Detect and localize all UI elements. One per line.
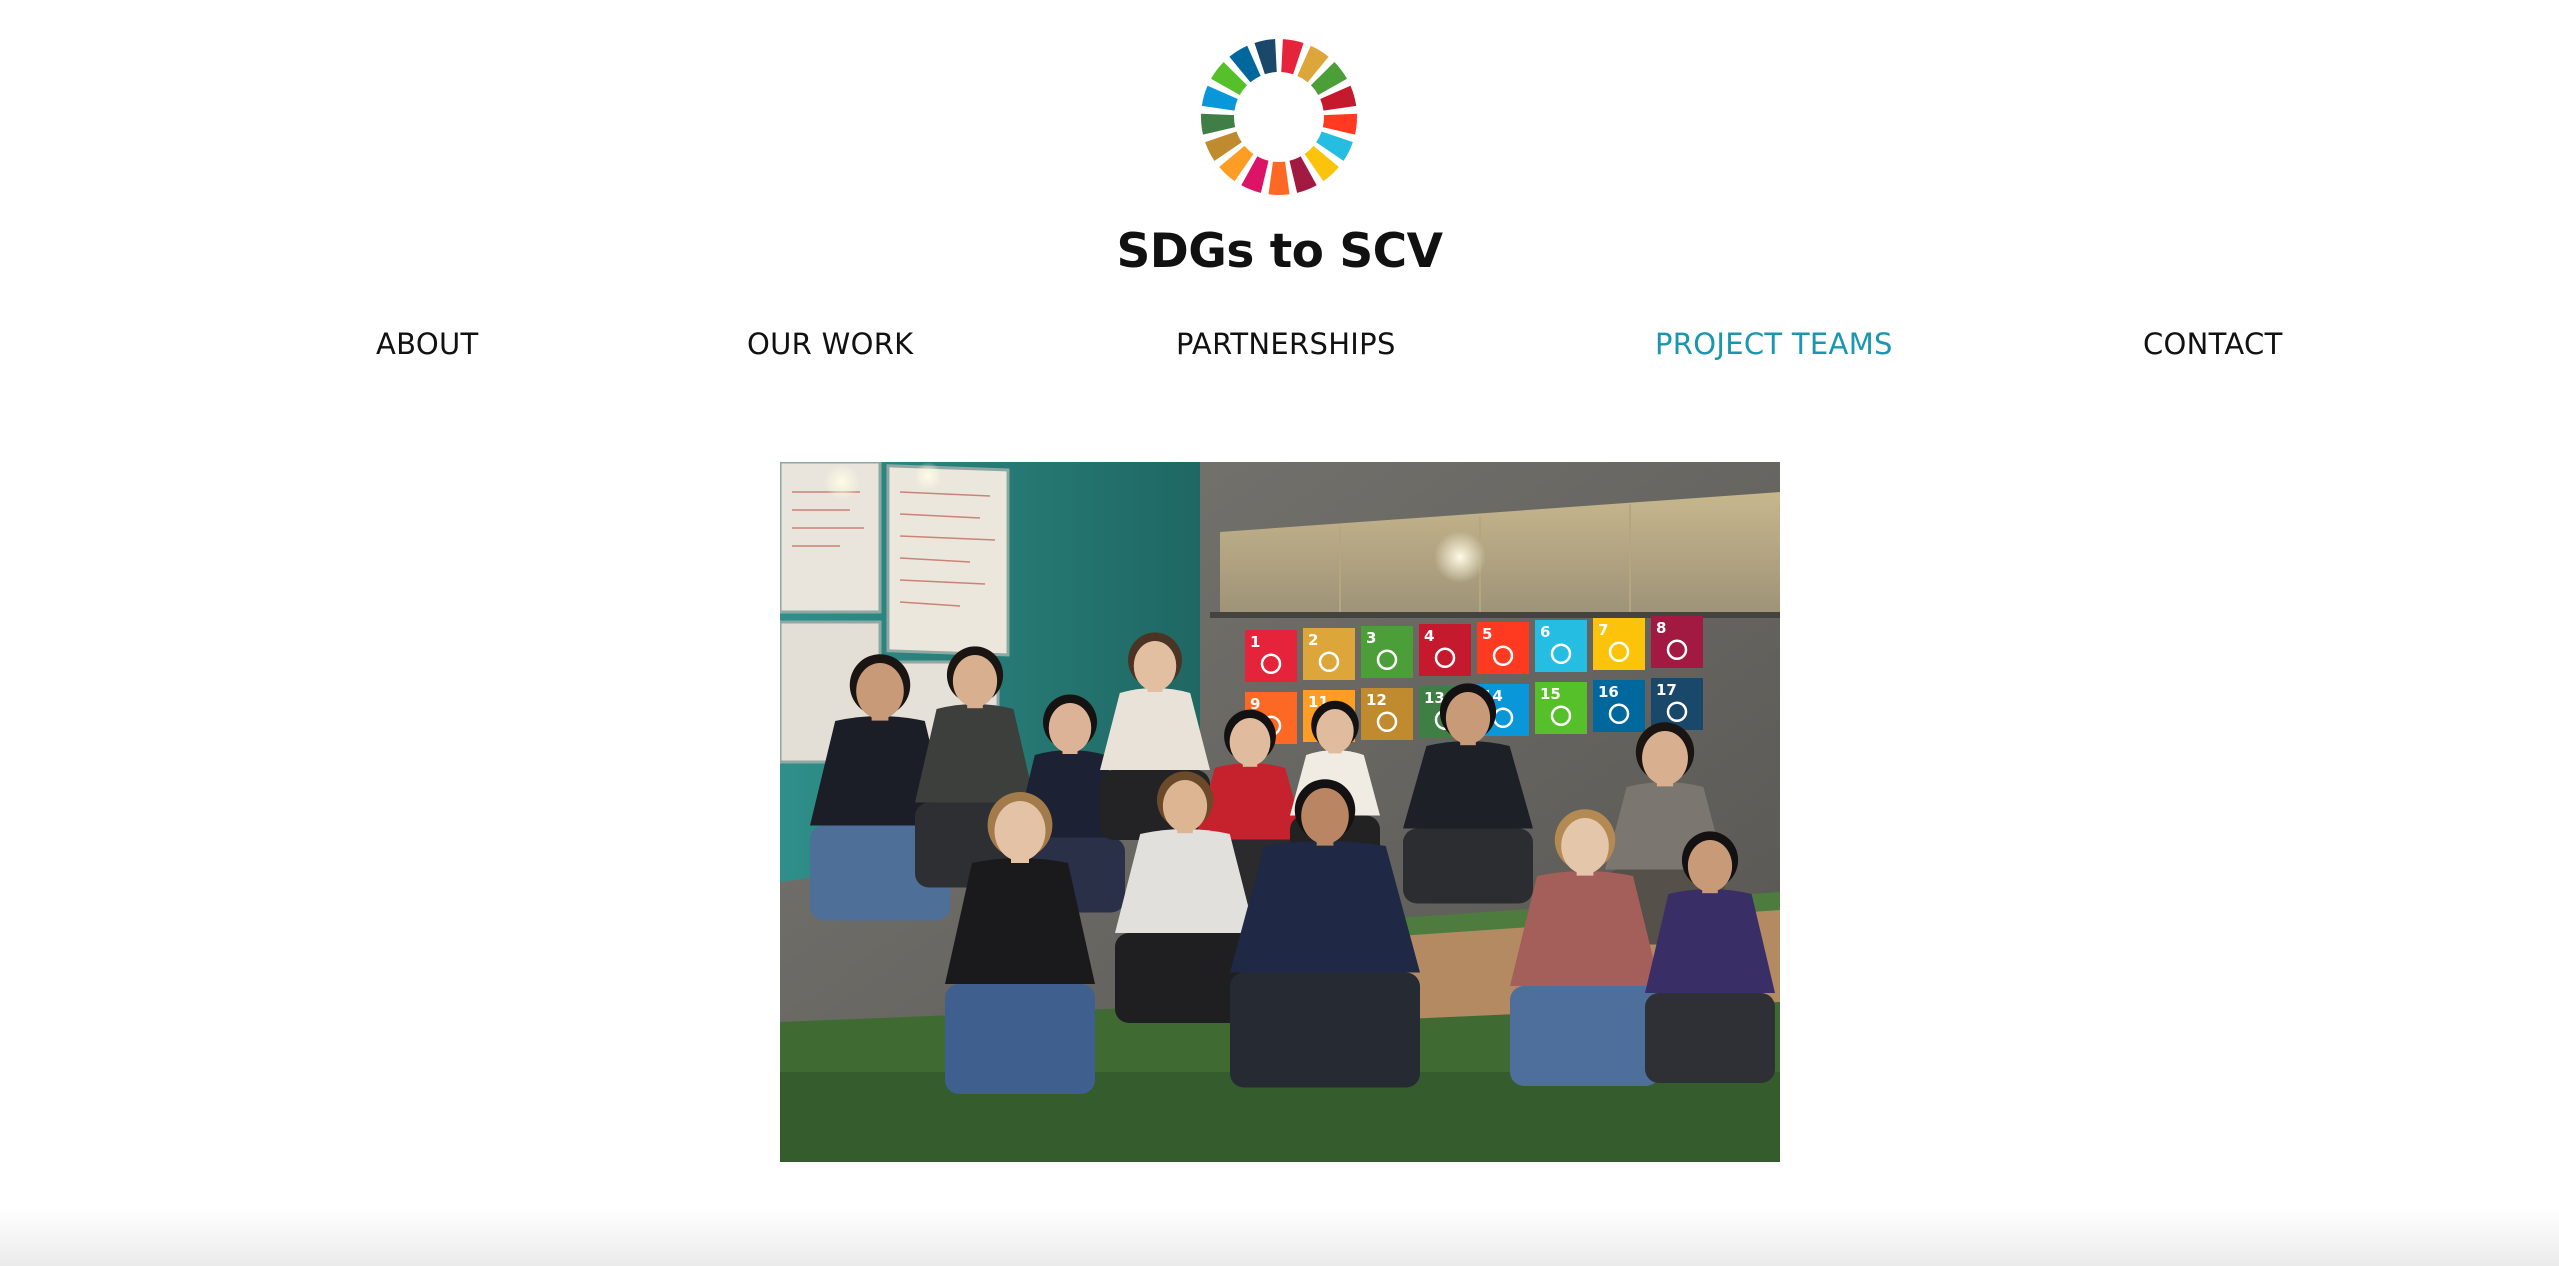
sdg-wheel-segment	[1281, 39, 1304, 75]
person-legs	[1645, 993, 1775, 1083]
person-face	[952, 655, 998, 707]
sdg-tile-number: 6	[1540, 623, 1550, 641]
person-face	[1229, 718, 1271, 766]
sdg-tile-number: 5	[1482, 625, 1492, 643]
person-legs	[1230, 972, 1420, 1088]
person-face	[856, 663, 904, 719]
person-legs	[945, 984, 1095, 1094]
person-legs	[1403, 828, 1533, 904]
sdg-tile-number: 2	[1308, 631, 1318, 649]
person-face	[1301, 788, 1349, 844]
sdg-tile-number: 7	[1598, 621, 1608, 639]
person-face	[1642, 731, 1688, 785]
sdg-tile-number: 4	[1424, 627, 1434, 645]
sdg-tile-number: 17	[1656, 681, 1677, 699]
person-legs	[1510, 986, 1660, 1086]
person-face	[1048, 703, 1092, 753]
sdg-wheel-segment	[1268, 161, 1290, 195]
person-face	[1316, 709, 1354, 753]
sdg-tile-number: 1	[1250, 633, 1260, 651]
person-face	[1133, 641, 1177, 691]
sdg-wheel-segment	[1201, 113, 1236, 135]
sdg-tile-number: 12	[1366, 691, 1387, 709]
person-face	[1687, 840, 1733, 892]
bottom-shadow	[0, 1208, 2559, 1266]
person-face	[1445, 692, 1491, 744]
sdg-tile-number: 3	[1366, 629, 1376, 647]
sdg-tile-number: 15	[1540, 685, 1561, 703]
nav-project-teams[interactable]: PROJECT TEAMS	[1655, 326, 1893, 362]
page: SDGs to SCV ABOUT OUR WORK PARTNERSHIPS …	[0, 0, 2559, 1266]
sdg-tile-number: 8	[1656, 619, 1666, 637]
nav-about[interactable]: ABOUT	[376, 326, 479, 362]
sdg-tile-number: 16	[1598, 683, 1619, 701]
site-title[interactable]: SDGs to SCV	[0, 222, 2559, 282]
sdg-color-wheel-icon	[1201, 39, 1357, 195]
sdg-logo-icon[interactable]	[1198, 36, 1360, 198]
group-photo-image: 1 2 3 4 5 6 7 89 11 12 13 14 15 16 17	[780, 462, 1780, 1162]
sdg-wheel-segment	[1322, 113, 1357, 135]
person-face	[1162, 780, 1208, 832]
sdg-wheel-segment	[1254, 39, 1277, 75]
person-face	[994, 801, 1046, 861]
nav-our-work[interactable]: OUR WORK	[747, 326, 914, 362]
person-face	[1561, 818, 1609, 874]
group-photo: 1 2 3 4 5 6 7 8 9 11 12 13 14 15 16 17	[780, 462, 1780, 1162]
nav-contact[interactable]: CONTACT	[2143, 326, 2283, 362]
nav-partnerships[interactable]: PARTNERSHIPS	[1176, 326, 1396, 362]
